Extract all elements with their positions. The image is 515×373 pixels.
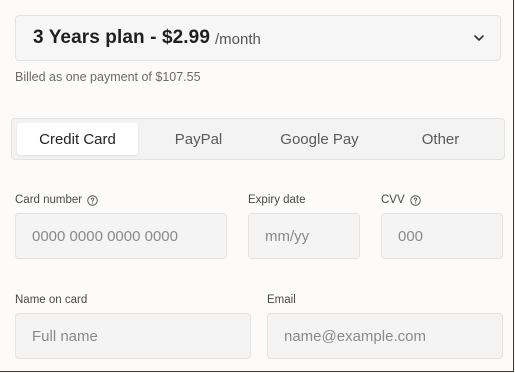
expiry-label-text: Expiry date [248, 194, 306, 206]
name-label: Name on card [15, 293, 87, 307]
plan-unit: /month [215, 30, 261, 48]
cvv-label: CVV [381, 193, 421, 207]
name-input[interactable] [15, 313, 251, 359]
card-number-label: Card number [15, 193, 98, 207]
plan-select[interactable]: 3 Years plan - $2.99 /month [15, 15, 501, 61]
tab-google-pay[interactable]: Google Pay [259, 123, 380, 155]
plan-title: 3 Years plan - $2.99 [33, 27, 210, 48]
cvv-input[interactable] [381, 213, 503, 259]
billing-note: Billed as one payment of $107.55 [15, 70, 201, 84]
help-icon[interactable] [87, 194, 98, 206]
card-number-input[interactable] [15, 213, 227, 259]
tab-credit-card[interactable]: Credit Card [17, 123, 138, 155]
expiry-label: Expiry date [248, 193, 306, 207]
help-icon[interactable] [409, 194, 421, 206]
email-label: Email [267, 293, 296, 307]
tab-other[interactable]: Other [380, 123, 501, 155]
name-label-text: Name on card [15, 294, 88, 306]
payment-method-tabs: Credit Card PayPal Google Pay Other [11, 118, 505, 160]
expiry-input[interactable] [248, 213, 360, 259]
cvv-label-text: CVV [381, 194, 405, 206]
checkout-panel: 3 Years plan - $2.99 /month Billed as on… [0, 0, 514, 372]
card-number-label-text: Card number [15, 194, 83, 206]
email-label-text: Email [267, 294, 296, 306]
tab-paypal[interactable]: PayPal [138, 123, 259, 155]
email-input[interactable] [267, 313, 503, 359]
chevron-down-icon [474, 35, 484, 41]
